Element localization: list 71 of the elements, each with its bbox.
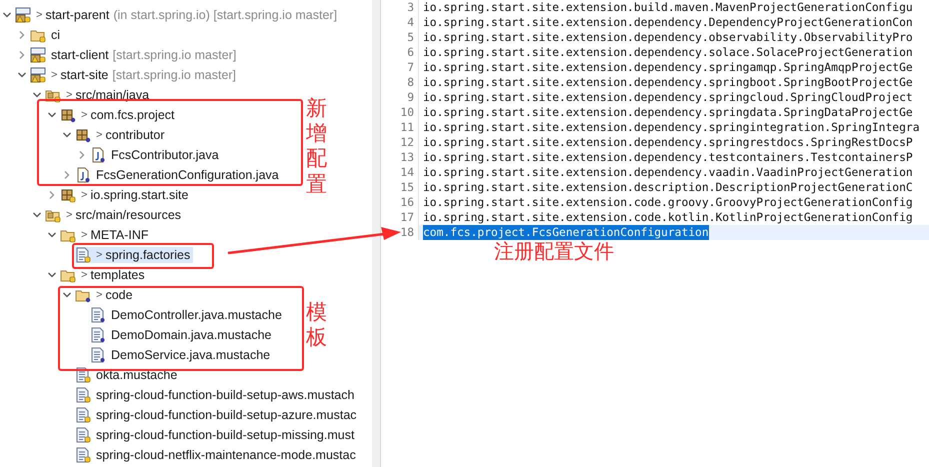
collapse-chevron-icon[interactable] bbox=[62, 290, 72, 300]
text-file-icon bbox=[90, 307, 106, 323]
annotation-text: 注册配置文件 bbox=[494, 238, 614, 265]
text-file-icon bbox=[90, 347, 106, 363]
tree-item[interactable]: start-client [start.spring.io master] bbox=[30, 47, 240, 63]
tree-item[interactable]: DemoController.java.mustache bbox=[90, 307, 285, 323]
java-file-icon bbox=[90, 147, 106, 163]
tree-item[interactable]: FcsGenerationConfiguration.java bbox=[75, 167, 282, 183]
project-icon bbox=[30, 47, 46, 63]
collapse-chevron-icon[interactable] bbox=[32, 210, 42, 220]
annotation-text: 模板 bbox=[306, 300, 327, 350]
package-icon bbox=[60, 187, 76, 203]
tree-item[interactable]: > start-parent (in start.spring.io) [start.spring.io master] bbox=[15, 7, 340, 23]
tree-item[interactable]: > code bbox=[75, 287, 136, 303]
text-file-icon bbox=[75, 247, 91, 263]
tree-item[interactable]: okta.mustache bbox=[75, 367, 180, 383]
expand-chevron-icon[interactable] bbox=[17, 50, 27, 60]
code-line: io.spring.start.site.extension.dependency.vaadin.VaadinProjectGeneration bbox=[423, 165, 913, 180]
tree-item[interactable]: DemoService.java.mustache bbox=[90, 347, 274, 363]
code-line: io.spring.start.site.extension.dependency.springcloud.SpringCloudProject bbox=[423, 90, 913, 105]
code-line: io.spring.start.site.extension.build.maven.MavenProjectGenerationConfigu bbox=[423, 0, 913, 15]
code-line: io.spring.start.site.extension.dependency.springamqp.SpringAmqpProjectGe bbox=[423, 60, 913, 75]
project-icon bbox=[15, 7, 31, 23]
text-file-icon bbox=[75, 407, 91, 423]
tree-item[interactable]: > src/main/resources bbox=[45, 207, 184, 223]
code-line: io.spring.start.site.extension.description.DescriptionProjectGenerationC bbox=[423, 180, 913, 195]
tree-item[interactable]: > contributor bbox=[75, 127, 168, 143]
collapse-chevron-icon[interactable] bbox=[62, 130, 72, 140]
code-line: io.spring.start.site.extension.dependency.observability.ObservabilityPro bbox=[423, 30, 913, 45]
project-icon bbox=[30, 67, 46, 83]
code-line: io.spring.start.site.extension.dependency.testcontainers.TestcontainersP bbox=[423, 150, 913, 165]
java-file-icon bbox=[75, 167, 91, 183]
collapse-chevron-icon[interactable] bbox=[47, 270, 57, 280]
tree-item[interactable]: > src/main/java bbox=[45, 87, 152, 103]
tree-item[interactable]: spring-cloud-function-build-setup-aws.mustach bbox=[75, 387, 358, 403]
code-line: io.spring.start.site.extension.dependency.springdata.SpringDataProjectGe bbox=[423, 105, 913, 120]
package-icon bbox=[60, 107, 76, 123]
tree-item[interactable]: spring-cloud-function-build-setup-azure.mustac bbox=[75, 407, 360, 423]
code-line: io.spring.start.site.extension.dependency.DependencyProjectGenerationCon bbox=[423, 15, 913, 30]
text-file-icon bbox=[75, 447, 91, 463]
tree-item[interactable]: > io.spring.start.site bbox=[60, 187, 192, 203]
code-line: io.spring.start.site.extension.dependency.springrestdocs.SpringRestDocsP bbox=[423, 135, 913, 150]
tree-item[interactable]: FcsContributor.java bbox=[90, 147, 222, 163]
text-file-icon bbox=[75, 387, 91, 403]
tree-item[interactable]: > spring.factories bbox=[75, 247, 194, 263]
expand-chevron-icon[interactable] bbox=[77, 150, 87, 160]
code-line: io.spring.start.site.extension.code.groovy.GroovyProjectGenerationConfig bbox=[423, 195, 913, 210]
tree-item[interactable]: spring-cloud-netflix-maintenance-mode.mustac bbox=[75, 447, 359, 463]
expand-chevron-icon[interactable] bbox=[17, 30, 27, 40]
package-icon bbox=[75, 127, 91, 143]
tree-item[interactable]: > com.fcs.project bbox=[60, 107, 178, 123]
collapse-chevron-icon[interactable] bbox=[2, 10, 12, 20]
text-file-icon bbox=[90, 327, 106, 343]
code-line: io.spring.start.site.extension.code.kotlin.KotlinProjectGenerationConfig bbox=[423, 210, 913, 225]
collapse-chevron-icon[interactable] bbox=[47, 230, 57, 240]
tree-item[interactable]: spring-cloud-function-build-setup-missing.must bbox=[75, 427, 358, 443]
tree-item[interactable]: > start-site [start.spring.io master] bbox=[30, 67, 240, 83]
code-line: io.spring.start.site.extension.dependency.solace.SolaceProjectGeneration bbox=[423, 45, 913, 60]
tree-item[interactable]: ci bbox=[30, 27, 64, 43]
code-line: io.spring.start.site.extension.dependency.springintegration.SpringIntegra bbox=[423, 120, 920, 135]
collapse-chevron-icon[interactable] bbox=[32, 90, 42, 100]
tree-item[interactable]: DemoDomain.java.mustache bbox=[90, 327, 274, 343]
tree-item[interactable]: > META-INF bbox=[60, 227, 152, 243]
collapse-chevron-icon[interactable] bbox=[47, 110, 57, 120]
text-file-icon bbox=[75, 427, 91, 443]
expand-chevron-icon[interactable] bbox=[47, 190, 57, 200]
code-line: io.spring.start.site.extension.dependency.springboot.SpringBootProjectGe bbox=[423, 75, 913, 90]
collapse-chevron-icon[interactable] bbox=[17, 70, 27, 80]
tree-item[interactable]: > templates bbox=[60, 267, 148, 283]
expand-chevron-icon[interactable] bbox=[62, 170, 72, 180]
annotation-text: 新增配置 bbox=[306, 96, 327, 197]
